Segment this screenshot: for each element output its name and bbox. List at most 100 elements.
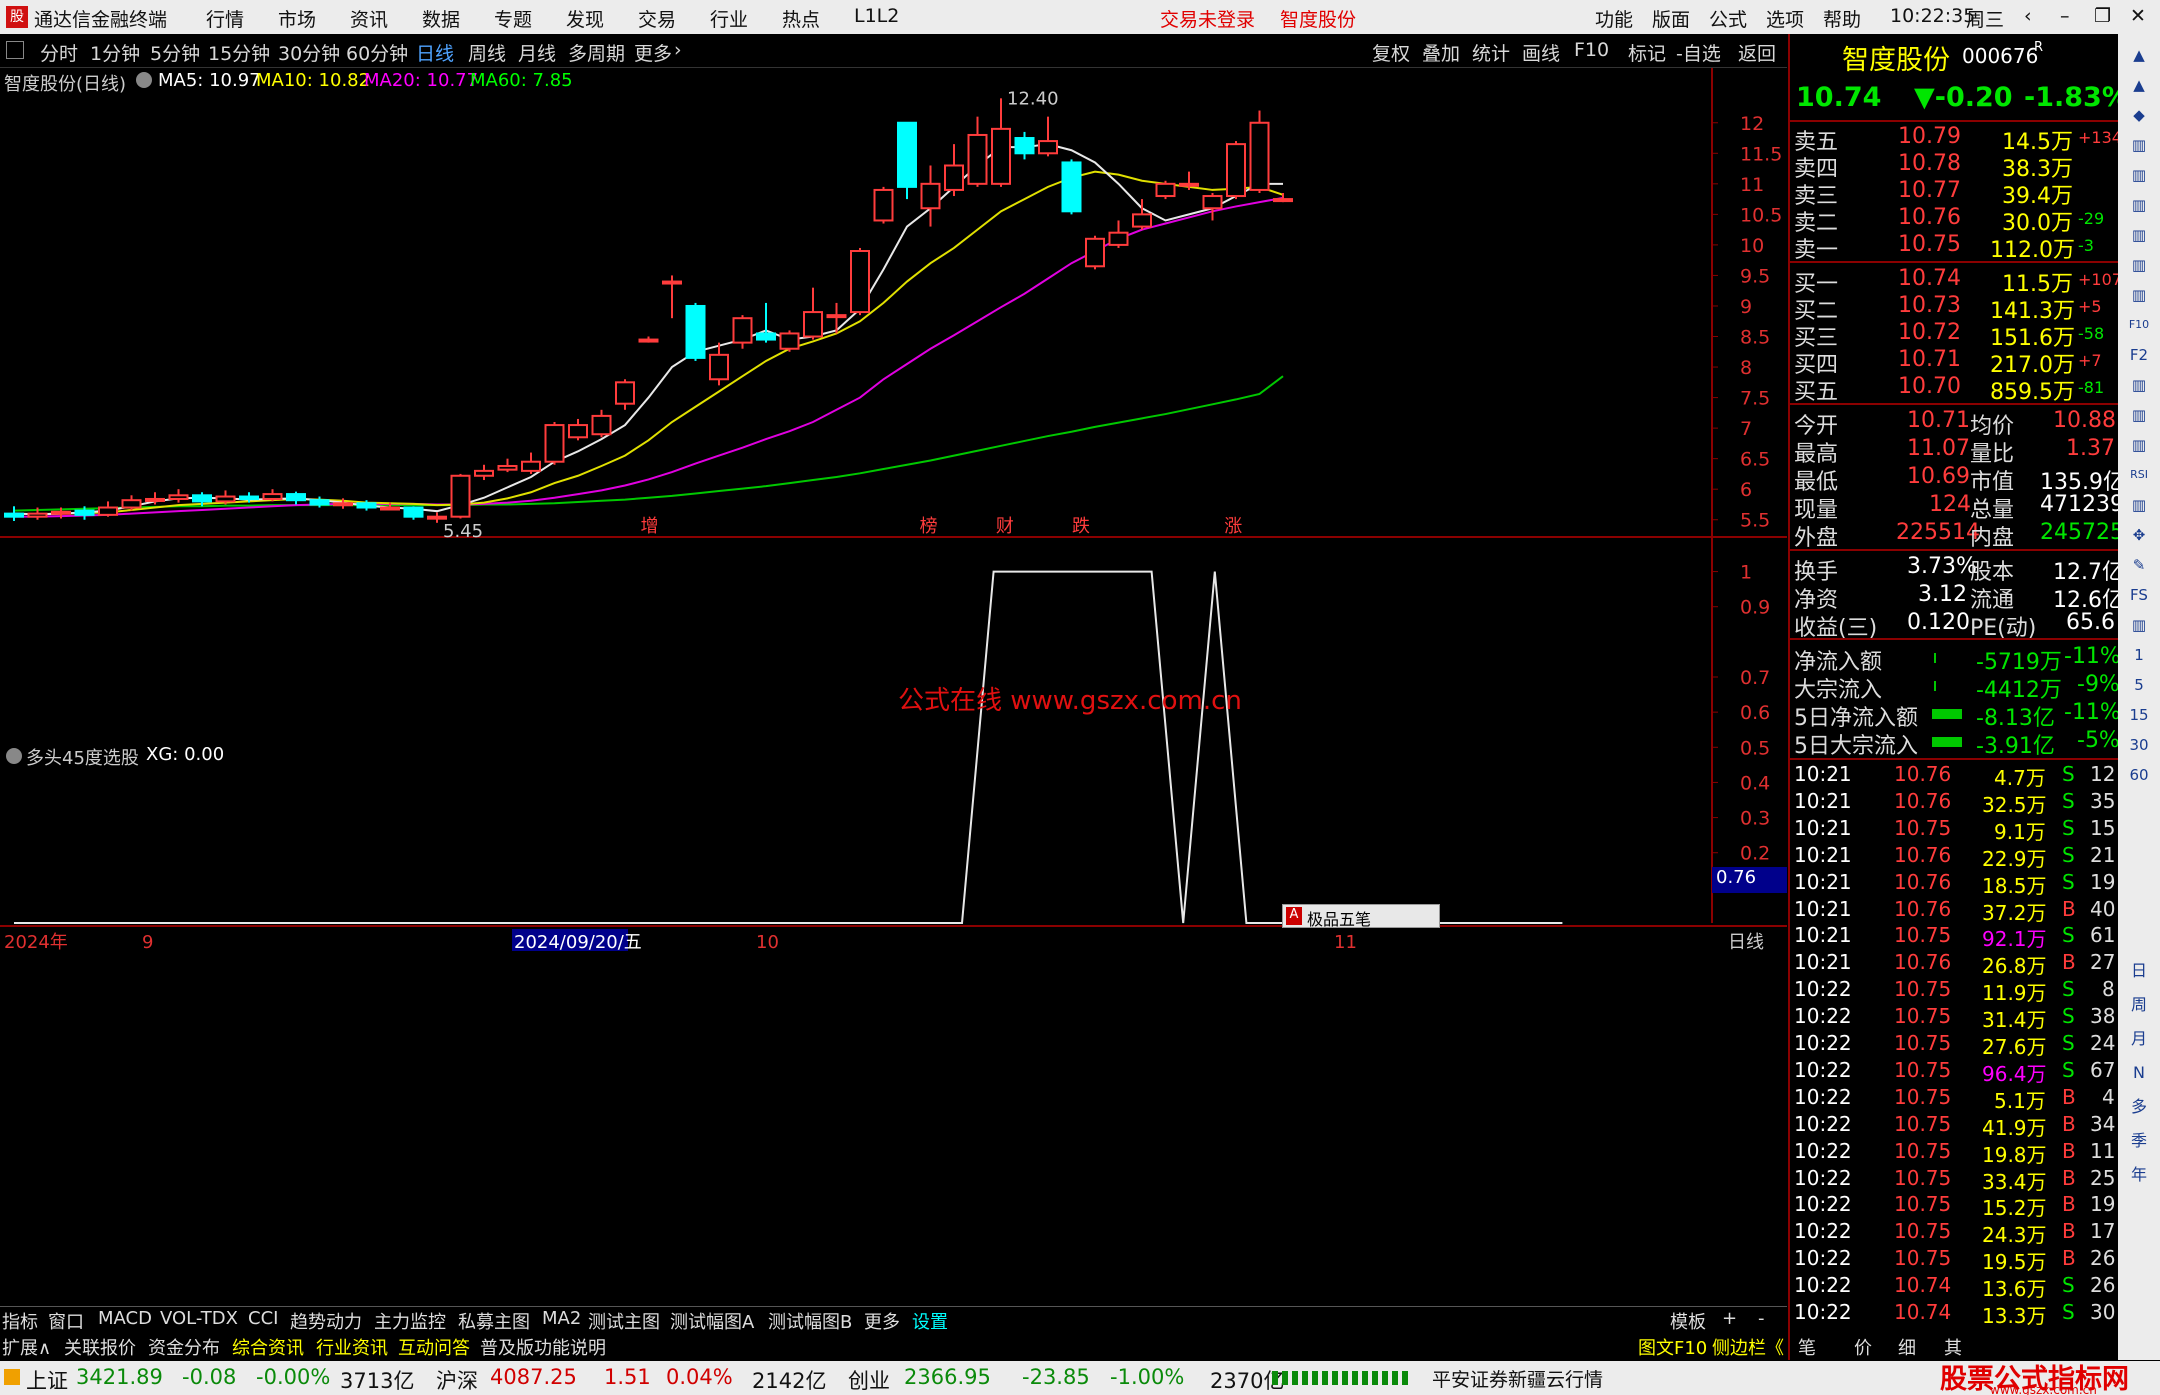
menu-item[interactable]: 数据 <box>422 5 460 32</box>
info-tab[interactable]: 互动问答 <box>398 1334 470 1360</box>
indicator-tab[interactable]: 设置 <box>912 1308 948 1334</box>
indicator-tab[interactable]: CCI <box>248 1308 278 1329</box>
side-tool-icon[interactable]: ▥ <box>2124 400 2154 430</box>
info-tab[interactable]: 资金分布 <box>148 1334 220 1360</box>
side-tool-icon[interactable]: 60 <box>2124 760 2154 790</box>
side-tool-icon[interactable]: ▥ <box>2124 490 2154 520</box>
period-tab[interactable]: 5分钟 <box>150 39 200 66</box>
menu-item[interactable]: 行情 <box>206 5 244 32</box>
side-tool-icon[interactable]: ✎ <box>2124 550 2154 580</box>
indicator-tab[interactable]: 窗口 <box>48 1308 84 1334</box>
side-tool-icon[interactable]: FS <box>2124 580 2154 610</box>
menu-item[interactable]: 市场 <box>278 5 316 32</box>
chart-button[interactable]: 叠加 <box>1422 39 1460 66</box>
side-tool-icon[interactable]: 1 <box>2124 640 2154 670</box>
menu-item[interactable]: 热点 <box>782 5 820 32</box>
side-tool-icon[interactable]: F2 <box>2124 340 2154 370</box>
tab-tool[interactable]: + <box>1722 1308 1737 1329</box>
side-period-button[interactable]: 年 <box>2124 1160 2154 1190</box>
side-period-button[interactable]: 多 <box>2124 1092 2154 1122</box>
kline-chart[interactable]: 12 11.5 11 10.5 10 9.5 9 8.5 8 7.5 7 6.5 6 5.5 1 0.9 0.7… <box>0 68 1787 1308</box>
side-tool-icon[interactable]: RSI <box>2124 460 2154 490</box>
index-name[interactable]: 创业 <box>848 1365 890 1395</box>
chart-button[interactable]: 画线 <box>1522 39 1560 66</box>
menu-item[interactable]: 资讯 <box>350 5 388 32</box>
info-right-tab[interactable]: 价 <box>1854 1334 1872 1360</box>
menu-item[interactable]: 版面 <box>1652 5 1690 32</box>
menu-item[interactable]: 选项 <box>1766 5 1804 32</box>
info-right-tab[interactable]: 侧边栏《 <box>1712 1334 1784 1360</box>
period-tab[interactable]: 30分钟 <box>278 39 340 66</box>
toolbar-toggle-icon[interactable] <box>6 41 24 59</box>
side-tool-icon[interactable]: F10 <box>2124 310 2154 340</box>
side-tool-icon[interactable]: ▲ <box>2124 70 2154 100</box>
side-tool-icon[interactable]: ▥ <box>2124 160 2154 190</box>
ime-toolbar[interactable]: A 极品五笔 <box>1282 904 1440 929</box>
side-period-button[interactable]: 周 <box>2124 990 2154 1020</box>
back-icon[interactable]: ‹ <box>2024 5 2032 27</box>
side-period-button[interactable]: 月 <box>2124 1024 2154 1054</box>
close-icon[interactable]: ✕ <box>2130 5 2146 27</box>
chart-button[interactable]: 复权 <box>1372 39 1410 66</box>
info-tab[interactable]: 行业资讯 <box>316 1334 388 1360</box>
period-tab[interactable]: 60分钟 <box>346 39 408 66</box>
period-tab[interactable]: 15分钟 <box>208 39 270 66</box>
indicator-tab[interactable]: 测试主图 <box>588 1308 660 1334</box>
indicator-tab[interactable]: 测试幅图B <box>768 1308 852 1334</box>
info-right-tab[interactable]: 细 <box>1898 1334 1916 1360</box>
info-right-tab[interactable]: 笔 <box>1798 1334 1816 1360</box>
tab-tool[interactable]: - <box>1758 1308 1765 1329</box>
side-tool-icon[interactable]: ▥ <box>2124 370 2154 400</box>
info-tab[interactable]: 普及版功能说明 <box>480 1334 606 1360</box>
period-tab-active[interactable]: 日线 <box>416 39 454 66</box>
indicator-tab[interactable]: MA2 <box>542 1308 581 1329</box>
side-tool-icon[interactable]: ▥ <box>2124 220 2154 250</box>
side-tool-icon[interactable]: ▥ <box>2124 610 2154 640</box>
index-name[interactable]: 沪深 <box>436 1365 478 1395</box>
info-tab[interactable]: 关联报价 <box>64 1334 136 1360</box>
chevron-right-icon[interactable]: › <box>674 39 682 61</box>
chart-button[interactable]: 统计 <box>1472 39 1510 66</box>
menu-item[interactable]: 功能 <box>1595 5 1633 32</box>
indicator-tab[interactable]: 测试幅图A <box>670 1308 754 1334</box>
restore-icon[interactable]: ❐ <box>2094 5 2111 27</box>
minimize-icon[interactable]: – <box>2060 5 2070 27</box>
info-right-tab[interactable]: 图文F10 <box>1638 1334 1707 1360</box>
side-tool-icon[interactable]: 5 <box>2124 670 2154 700</box>
chart-button[interactable]: 返回 <box>1738 39 1776 66</box>
side-tool-icon[interactable]: ▲ <box>2124 40 2154 70</box>
side-period-button[interactable]: 日 <box>2124 956 2154 986</box>
side-period-button[interactable]: N <box>2124 1058 2154 1088</box>
side-tool-icon[interactable]: ▥ <box>2124 430 2154 460</box>
indicator-tab[interactable]: 私募主图 <box>458 1308 530 1334</box>
side-tool-icon[interactable]: ▥ <box>2124 280 2154 310</box>
menu-item[interactable]: L1L2 <box>854 5 899 27</box>
chart-button[interactable]: -自选 <box>1676 39 1721 66</box>
side-tool-icon[interactable]: ✥ <box>2124 520 2154 550</box>
period-tab[interactable]: 多周期 <box>568 39 625 66</box>
indicator-tab[interactable]: 更多 <box>864 1308 900 1334</box>
index-name[interactable]: 上证 <box>26 1365 68 1395</box>
period-tab[interactable]: 更多 <box>634 39 672 66</box>
indicator-tab[interactable]: 主力监控 <box>374 1308 446 1334</box>
period-tab[interactable]: 分时 <box>40 39 78 66</box>
side-tool-icon[interactable]: ▥ <box>2124 250 2154 280</box>
side-tool-icon[interactable]: 15 <box>2124 700 2154 730</box>
side-tool-icon[interactable]: ◆ <box>2124 100 2154 130</box>
tab-tool[interactable]: 模板 <box>1670 1308 1706 1334</box>
menu-item[interactable]: 发现 <box>566 5 604 32</box>
side-tool-icon[interactable]: ▥ <box>2124 130 2154 160</box>
chart-button[interactable]: F10 <box>1574 39 1609 61</box>
side-tool-icon[interactable]: 30 <box>2124 730 2154 760</box>
menu-item[interactable]: 行业 <box>710 5 748 32</box>
period-tab[interactable]: 周线 <box>468 39 506 66</box>
info-tab[interactable]: 扩展∧ <box>2 1334 51 1360</box>
indicator-tab[interactable]: 趋势动力 <box>290 1308 362 1334</box>
login-status[interactable]: 交易未登录 <box>1160 5 1255 32</box>
indicator-tab[interactable]: VOL-TDX <box>160 1308 238 1329</box>
indicator-tab[interactable]: MACD <box>98 1308 152 1329</box>
menu-item[interactable]: 专题 <box>494 5 532 32</box>
menu-item[interactable]: 帮助 <box>1823 5 1861 32</box>
menu-item[interactable]: 交易 <box>638 5 676 32</box>
period-tab[interactable]: 1分钟 <box>90 39 140 66</box>
